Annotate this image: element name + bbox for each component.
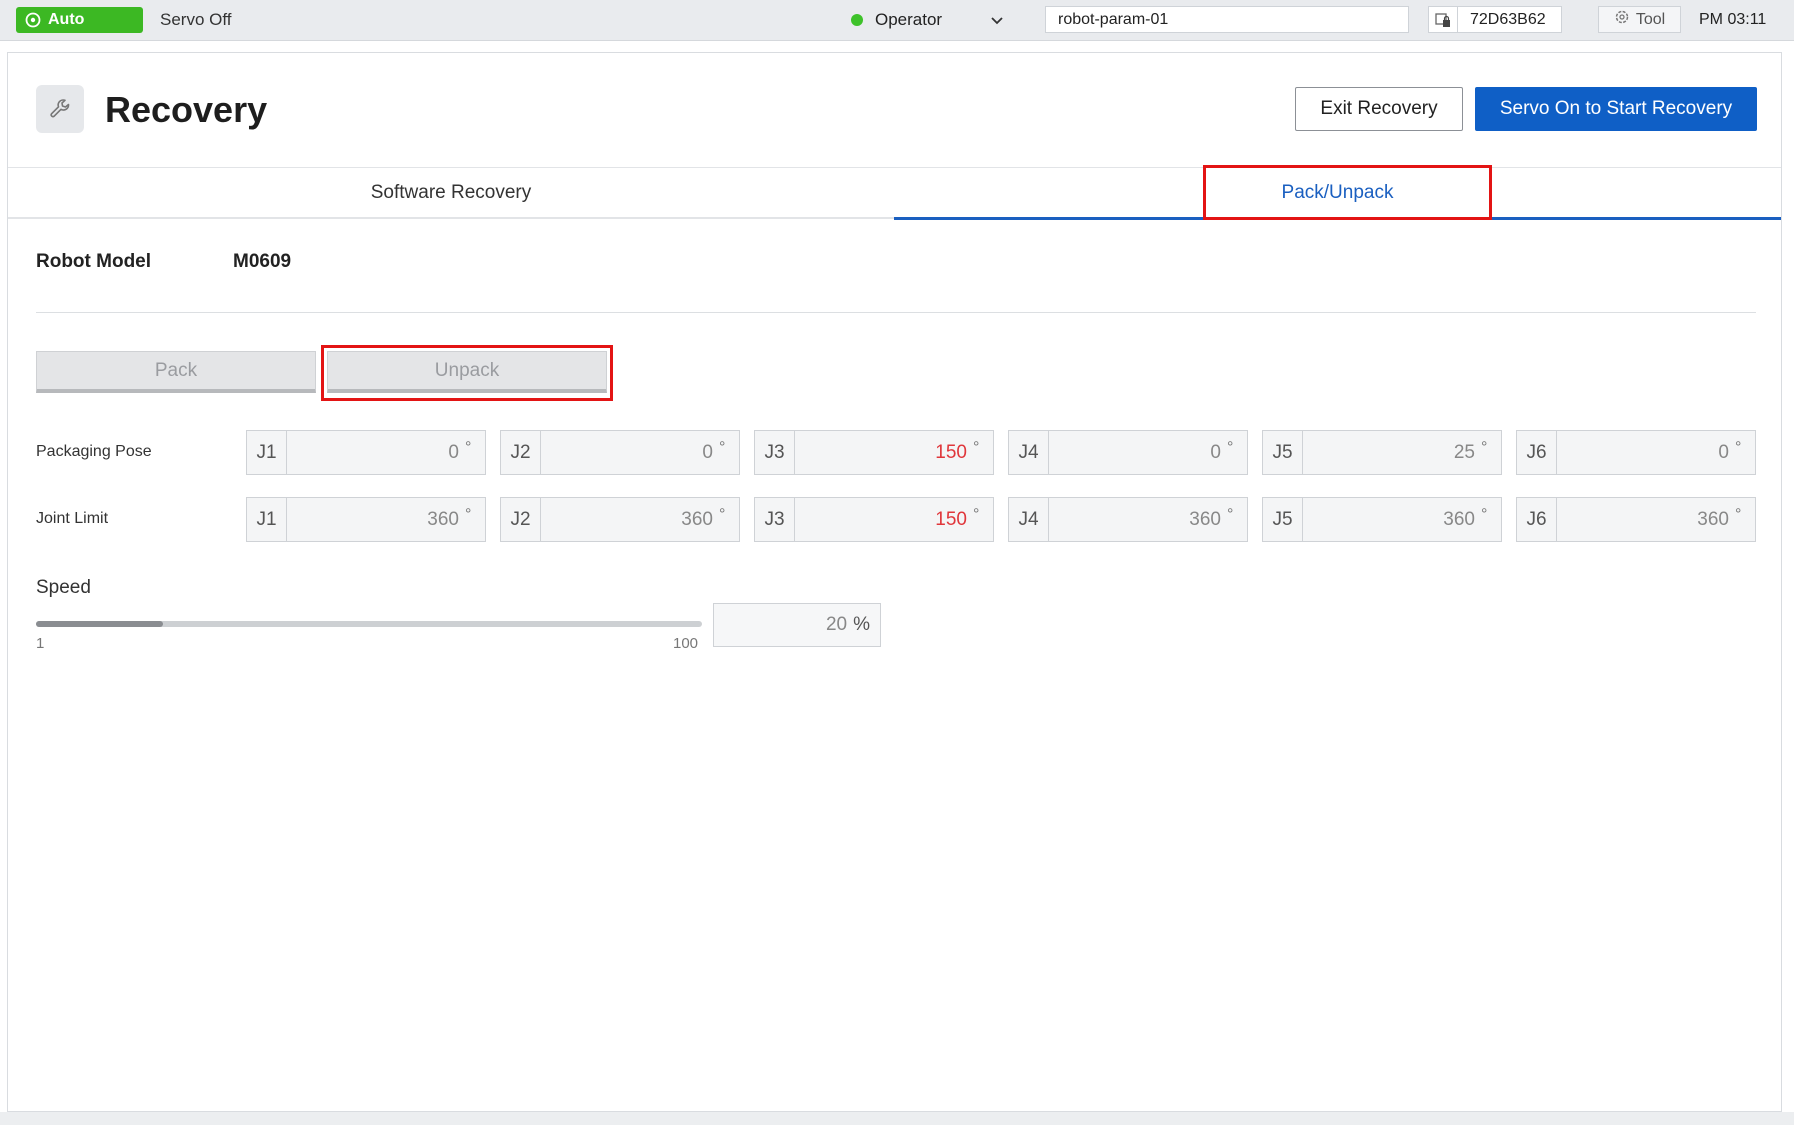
joint-name: J1 xyxy=(247,431,287,474)
limit-j3-field[interactable]: J3 150 ° xyxy=(754,497,994,542)
joint-value: 0 xyxy=(1718,441,1729,463)
joint-value: 0 xyxy=(702,441,713,463)
page-title: Recovery xyxy=(105,89,268,130)
joint-value: 0 xyxy=(448,441,459,463)
pose-j4-field[interactable]: J4 0 ° xyxy=(1008,430,1248,475)
joint-name: J3 xyxy=(755,498,795,541)
degree-unit: ° xyxy=(465,438,472,456)
joint-value: 360 xyxy=(1443,508,1475,530)
joint-value: 360 xyxy=(1697,508,1729,530)
pose-j5-field[interactable]: J5 25 ° xyxy=(1262,430,1502,475)
degree-unit: ° xyxy=(1735,438,1742,456)
device-lock-icon xyxy=(1429,7,1458,32)
speed-label: Speed xyxy=(36,577,91,598)
degree-unit: ° xyxy=(973,438,980,456)
pose-j6-field[interactable]: J6 0 ° xyxy=(1516,430,1756,475)
exit-recovery-button[interactable]: Exit Recovery xyxy=(1295,87,1463,131)
joint-name: J4 xyxy=(1009,498,1049,541)
joint-limit-label: Joint Limit xyxy=(36,510,109,527)
joint-name: J2 xyxy=(501,431,541,474)
section-divider xyxy=(36,312,1756,313)
degree-unit: ° xyxy=(1481,438,1488,456)
recovery-panel: Recovery Exit Recovery Servo On to Start… xyxy=(7,52,1782,1112)
device-id: 72D63B62 xyxy=(1470,10,1546,28)
servo-on-start-recovery-button[interactable]: Servo On to Start Recovery xyxy=(1475,87,1757,131)
degree-unit: ° xyxy=(1227,438,1234,456)
limit-j6-field[interactable]: J6 360 ° xyxy=(1516,497,1756,542)
joint-name: J5 xyxy=(1263,431,1303,474)
joint-value: 360 xyxy=(427,508,459,530)
tool-label: Tool xyxy=(1635,10,1666,28)
robot-model-value: M0609 xyxy=(233,251,292,272)
speed-max: 100 xyxy=(673,635,699,652)
joint-name: J4 xyxy=(1009,431,1049,474)
tab-pack-unpack[interactable]: Pack/Unpack xyxy=(894,168,1781,220)
gear-icon xyxy=(1614,9,1630,30)
packaging-pose-label: Packaging Pose xyxy=(36,443,152,460)
speed-slider-fill[interactable] xyxy=(36,621,163,627)
robot-auto-icon xyxy=(24,11,42,29)
clock: PM 03:11 xyxy=(1699,11,1767,28)
joint-value: 150 xyxy=(935,508,967,530)
joint-name: J6 xyxy=(1517,498,1557,541)
joint-name: J2 xyxy=(501,498,541,541)
limit-j5-field[interactable]: J5 360 ° xyxy=(1262,497,1502,542)
joint-value: 360 xyxy=(1189,508,1221,530)
limit-j4-field[interactable]: J4 360 ° xyxy=(1008,497,1248,542)
chevron-down-icon[interactable] xyxy=(989,12,1005,28)
speed-input[interactable]: 20 % xyxy=(713,603,881,647)
mode-label: Auto xyxy=(48,11,85,28)
degree-unit: ° xyxy=(973,505,980,523)
pose-j3-field[interactable]: J3 150 ° xyxy=(754,430,994,475)
speed-min: 1 xyxy=(36,635,45,652)
limit-j1-field[interactable]: J1 360 ° xyxy=(246,497,486,542)
degree-unit: ° xyxy=(1735,505,1742,523)
speed-slider[interactable] xyxy=(36,621,702,627)
degree-unit: ° xyxy=(719,505,726,523)
pack-button[interactable]: Pack xyxy=(36,351,316,393)
pose-j1-field[interactable]: J1 0 ° xyxy=(246,430,486,475)
joint-value: 25 xyxy=(1453,441,1475,463)
joint-value: 360 xyxy=(681,508,713,530)
speed-unit: % xyxy=(853,614,870,635)
pose-j2-field[interactable]: J2 0 ° xyxy=(500,430,740,475)
online-dot-icon xyxy=(851,14,863,26)
joint-value: 0 xyxy=(1210,441,1221,463)
tab-software-recovery[interactable]: Software Recovery xyxy=(8,168,894,219)
joint-name: J3 xyxy=(755,431,795,474)
tool-button[interactable]: Tool xyxy=(1598,6,1681,33)
joint-name: J5 xyxy=(1263,498,1303,541)
limit-j2-field[interactable]: J2 360 ° xyxy=(500,497,740,542)
joint-name: J1 xyxy=(247,498,287,541)
wrench-icon xyxy=(36,85,84,133)
status-bar: Auto Servo Off Operator robot-param-01 7… xyxy=(0,0,1794,41)
servo-status: Servo Off xyxy=(160,10,232,29)
mode-badge[interactable]: Auto xyxy=(16,7,143,33)
degree-unit: ° xyxy=(719,438,726,456)
joint-value: 150 xyxy=(935,441,967,463)
joint-name: J6 xyxy=(1517,431,1557,474)
degree-unit: ° xyxy=(1481,505,1488,523)
bottom-strip xyxy=(0,1112,1794,1125)
speed-value: 20 xyxy=(825,614,848,635)
user-role[interactable]: Operator xyxy=(875,10,942,30)
degree-unit: ° xyxy=(465,505,472,523)
device-id-box[interactable]: 72D63B62 xyxy=(1428,6,1562,33)
project-name-field[interactable]: robot-param-01 xyxy=(1045,6,1409,33)
robot-model-label: Robot Model xyxy=(36,251,152,272)
degree-unit: ° xyxy=(1227,505,1234,523)
unpack-button[interactable]: Unpack xyxy=(327,351,607,393)
